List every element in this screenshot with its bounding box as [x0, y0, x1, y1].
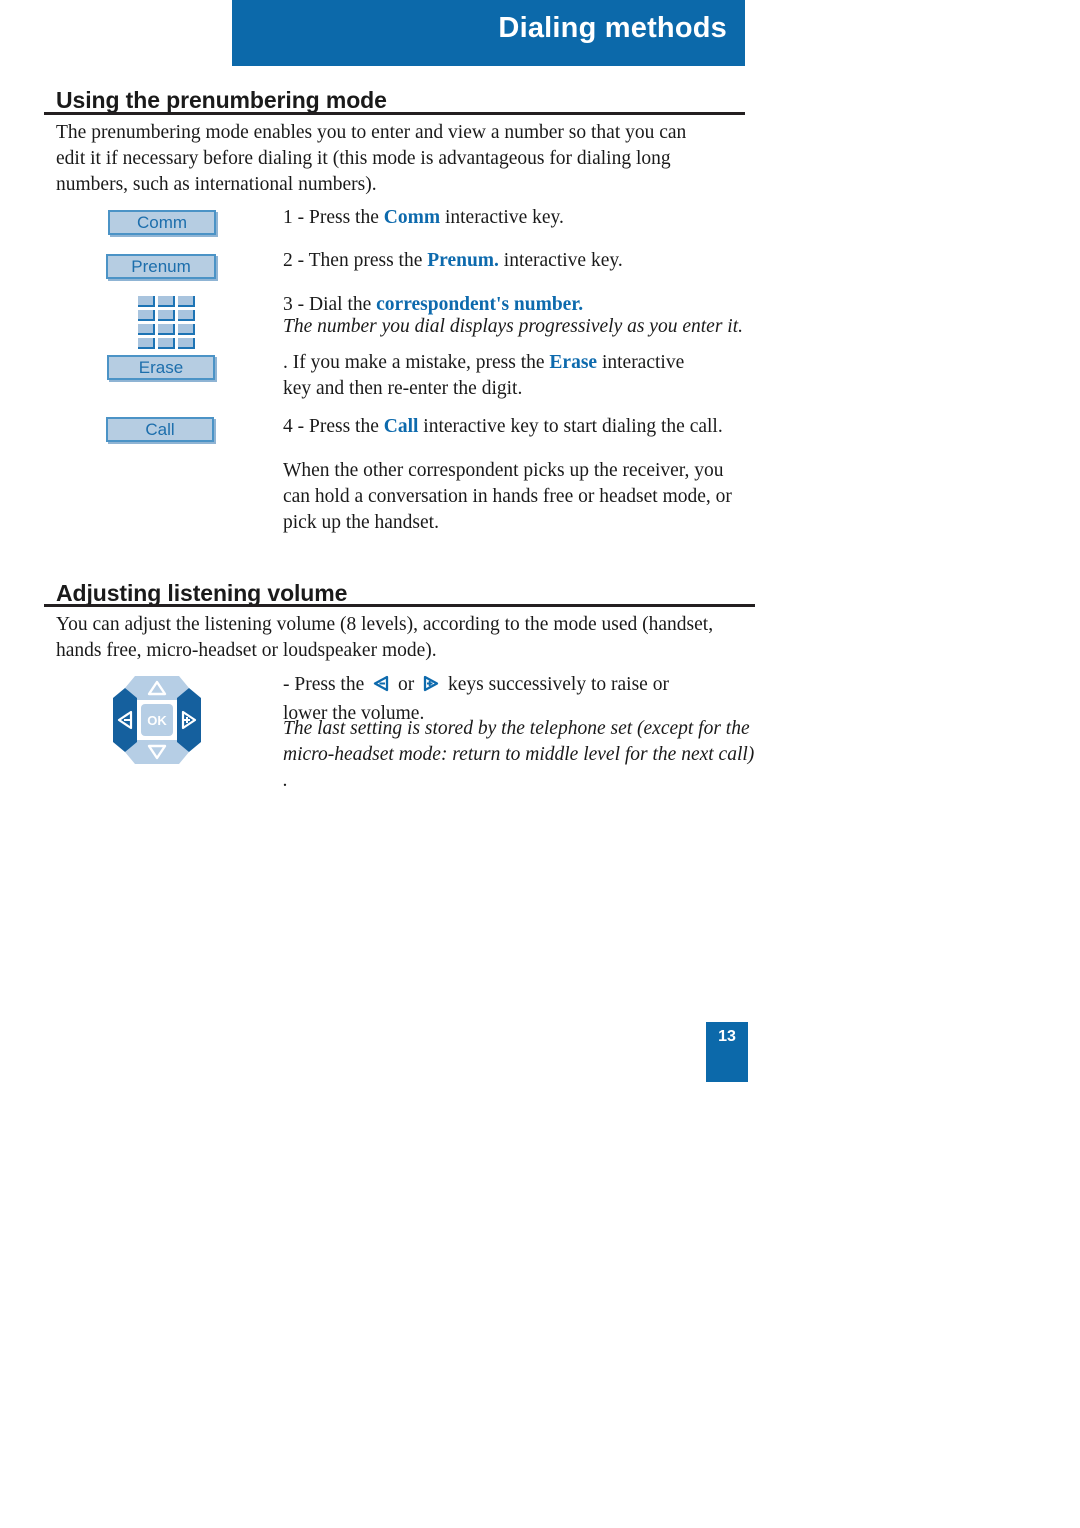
- softkey-prenum[interactable]: Prenum: [106, 254, 216, 279]
- step-3-prefix: 3 - Dial the: [283, 294, 377, 315]
- volume-note: The last setting is stored by the teleph…: [283, 718, 755, 791]
- step-erase-text: . If you make a mistake, press the Erase…: [283, 350, 713, 402]
- keypad-key: [138, 310, 155, 321]
- navigation-pad[interactable]: OK: [105, 668, 209, 772]
- step-1-emphasis: Comm: [383, 207, 441, 228]
- keypad-key: [158, 338, 175, 349]
- page-number-box: 13: [706, 1022, 748, 1082]
- document-page: Dialing methods Using the prenumbering m…: [0, 0, 1080, 1528]
- section-intro-volume: You can adjust the listening volume (8 l…: [56, 614, 714, 661]
- step-1-suffix: interactive key.: [440, 207, 564, 228]
- step-2-suffix: interactive key.: [498, 250, 623, 271]
- step-1-text: 1 - Press the Comm interactive key.: [283, 205, 753, 231]
- volume-up-arrow-icon: [421, 674, 441, 701]
- keypad-key: [138, 338, 155, 349]
- keypad-key: [178, 296, 195, 307]
- step-erase-prefix: . If you make a mistake, press the: [283, 352, 550, 373]
- page-header-title: Dialing methods: [498, 12, 727, 44]
- step-3-note: The number you dial displays progressive…: [283, 316, 743, 337]
- step-3-emphasis: correspondent's number.: [376, 294, 584, 315]
- volume-instruction-prefix: - Press the: [283, 674, 370, 695]
- navpad-ok-label: OK: [147, 712, 167, 728]
- keypad-key: [178, 324, 195, 335]
- page-header-banner: Dialing methods: [232, 0, 745, 66]
- navpad-right-key: [177, 688, 201, 752]
- step-4-emphasis: Call: [383, 416, 419, 437]
- keypad-key: [158, 296, 175, 307]
- keypad-key: [138, 324, 155, 335]
- step-erase-emphasis: Erase: [549, 352, 598, 373]
- section-rule-volume: [44, 604, 755, 607]
- page-number: 13: [718, 1028, 736, 1045]
- step-4-prefix: 4 - Press the: [283, 416, 384, 437]
- keypad-key: [158, 310, 175, 321]
- keypad-icon: [138, 296, 195, 349]
- step-1-prefix: 1 - Press the: [283, 207, 384, 228]
- step-4-suffix: interactive key to start dialing the cal…: [418, 416, 723, 437]
- step-2-text: 2 - Then press the Prenum. interactive k…: [283, 248, 753, 274]
- step-4-text: 4 - Press the Call interactive key to st…: [283, 414, 753, 440]
- navpad-left-key: [113, 688, 137, 752]
- keypad-key: [178, 310, 195, 321]
- section-heading-prenumbering: Using the prenumbering mode: [56, 87, 387, 113]
- step-2-prefix: 2 - Then press the: [283, 250, 428, 271]
- keypad-key: [158, 324, 175, 335]
- softkey-erase[interactable]: Erase: [107, 355, 215, 380]
- volume-instruction-middle: or: [393, 674, 420, 695]
- section-heading-volume: Adjusting listening volume: [56, 580, 348, 606]
- keypad-key: [178, 338, 195, 349]
- keypad-key: [138, 296, 155, 307]
- softkey-call[interactable]: Call: [106, 417, 214, 442]
- section-intro-prenumbering: The prenumbering mode enables you to ent…: [56, 122, 687, 195]
- section-rule-prenumbering: [44, 112, 745, 115]
- section-closing-prenumbering: When the other correspondent picks up th…: [283, 460, 732, 533]
- volume-down-arrow-icon: [371, 674, 391, 701]
- softkey-comm[interactable]: Comm: [108, 210, 216, 235]
- step-2-emphasis: Prenum.: [427, 250, 499, 271]
